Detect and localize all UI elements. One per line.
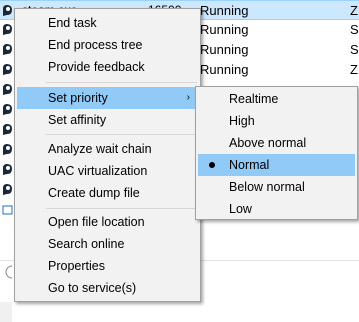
menu-item-label: Create dump file — [48, 186, 140, 200]
menu-item-label: Analyze wait chain — [48, 142, 152, 156]
menu-separator — [46, 208, 197, 209]
menu-item-set-affinity[interactable]: Set affinity — [17, 109, 198, 131]
menu-item-label: Open file location — [48, 215, 145, 229]
menu-item-open-file-location[interactable]: Open file location — [17, 211, 198, 233]
menu-item-label: Set priority — [48, 91, 108, 105]
menu-item-label: End process tree — [48, 38, 143, 52]
radio-bullet-icon — [209, 162, 215, 168]
steam-icon — [3, 64, 12, 75]
menu-item-label: Provide feedback — [48, 60, 145, 74]
process-status: Running — [200, 62, 249, 77]
menu-item-label: Normal — [229, 158, 270, 172]
process-status: Running — [200, 3, 249, 18]
menu-separator — [46, 82, 197, 83]
chevron-right-icon: › — [186, 92, 190, 103]
menu-item-search-online[interactable]: Search online — [17, 233, 198, 255]
menu-item-label: UAC virtualization — [48, 164, 148, 178]
menu-item-provide-feedback[interactable]: Provide feedback — [17, 56, 198, 78]
horizontal-scrollbar[interactable] — [0, 262, 19, 302]
process-status: Running — [200, 22, 249, 37]
menu-item-label: Realtime — [229, 92, 279, 106]
steam-icon — [3, 24, 12, 35]
menu-item-label: Set affinity — [48, 113, 107, 127]
process-user: Z — [350, 3, 358, 18]
menu-item-go-to-services[interactable]: Go to service(s) — [17, 277, 198, 299]
menu-item-label: Below normal — [229, 180, 305, 194]
menu-item-set-priority[interactable]: Set priority › — [17, 87, 198, 109]
steam-icon — [3, 104, 12, 115]
steam-icon — [3, 44, 12, 55]
menu-item-properties[interactable]: Properties — [17, 255, 198, 277]
process-status: Running — [200, 42, 249, 57]
priority-above-normal[interactable]: Above normal — [198, 132, 355, 154]
priority-submenu: Realtime High Above normal Normal Below … — [195, 86, 358, 220]
menu-item-label: Go to service(s) — [48, 281, 137, 295]
menu-item-end-task[interactable]: End task — [17, 12, 198, 34]
priority-below-normal[interactable]: Below normal — [198, 176, 355, 198]
steam-icon — [3, 124, 12, 135]
menu-item-analyze-wait-chain[interactable]: Analyze wait chain — [17, 138, 198, 160]
fewer-details-button[interactable] — [0, 302, 12, 322]
menu-item-create-dump-file[interactable]: Create dump file — [17, 182, 198, 204]
menu-item-label: Low — [229, 202, 252, 216]
steam-icon — [3, 164, 12, 175]
menu-item-label: Search online — [48, 237, 125, 251]
menu-item-uac-virtualization[interactable]: UAC virtualization — [17, 160, 198, 182]
menu-item-label: Properties — [48, 259, 105, 273]
steam-icon — [3, 144, 12, 155]
menu-item-end-process-tree[interactable]: End process tree — [17, 34, 198, 56]
priority-high[interactable]: High — [198, 110, 355, 132]
process-user: S — [350, 22, 359, 37]
process-user: Z — [350, 62, 358, 77]
process-user: S — [350, 42, 359, 57]
steam-icon — [3, 5, 12, 16]
priority-low[interactable]: Low — [198, 198, 355, 220]
menu-separator — [46, 134, 197, 135]
menu-item-label: End task — [48, 16, 97, 30]
priority-realtime[interactable]: Realtime — [198, 88, 355, 110]
steam-icon — [3, 84, 12, 95]
steam-icon — [3, 184, 12, 195]
context-menu: End task End process tree Provide feedba… — [14, 8, 201, 302]
menu-item-label: Above normal — [229, 136, 307, 150]
priority-normal[interactable]: Normal — [198, 154, 355, 176]
menu-item-label: High — [229, 114, 255, 128]
app-icon — [2, 205, 13, 215]
scroll-left-icon — [5, 265, 19, 279]
